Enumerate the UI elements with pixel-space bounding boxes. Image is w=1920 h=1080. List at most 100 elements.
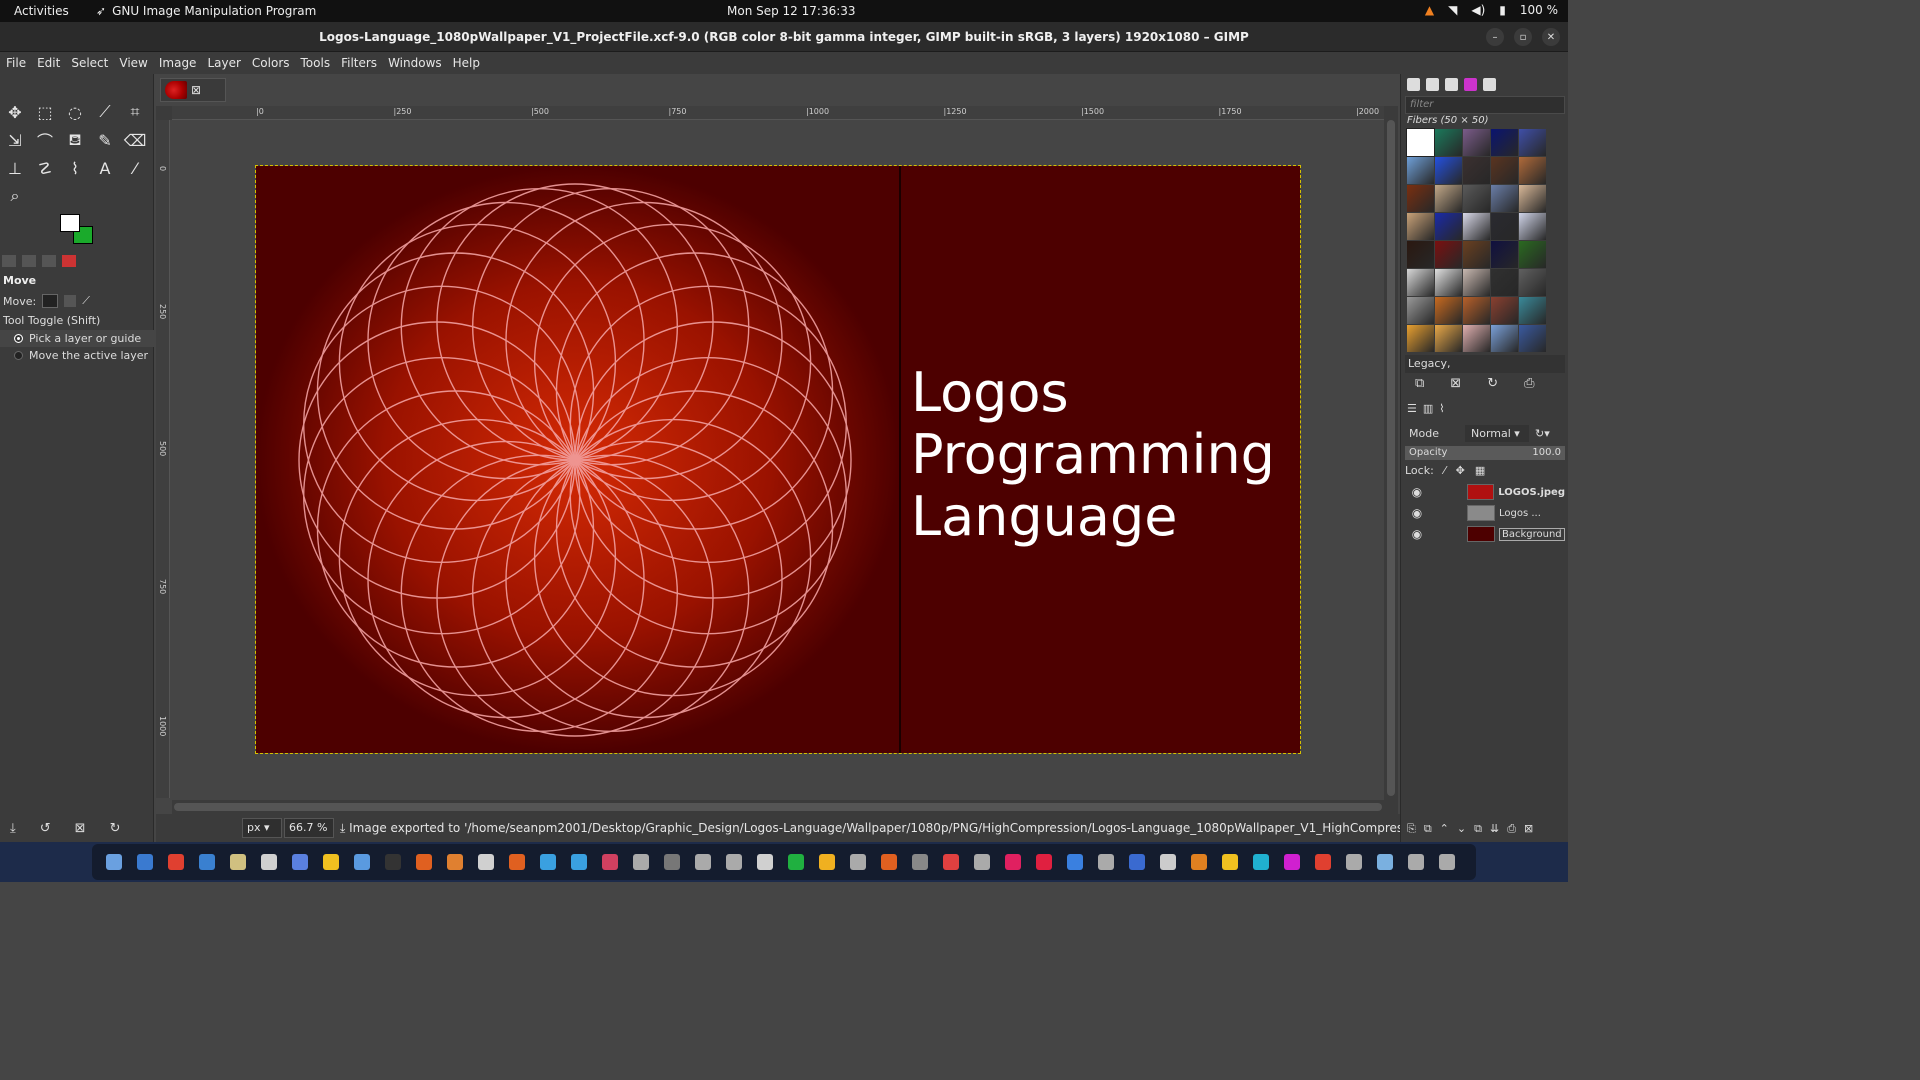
pattern-swatch[interactable] <box>1435 325 1462 352</box>
vertical-ruler[interactable]: 0 250 500 750 1000 <box>156 120 170 798</box>
scroll-thumb[interactable] <box>1387 120 1395 796</box>
gradients-tab-icon[interactable] <box>1464 78 1477 91</box>
minimize-button[interactable]: – <box>1486 28 1504 46</box>
taskbar-app-icon[interactable] <box>912 854 928 870</box>
pattern-swatch[interactable] <box>1519 157 1546 184</box>
taskbar-app-icon[interactable] <box>230 854 246 870</box>
duplicate-layer-icon[interactable]: ⧉ <box>1474 822 1482 836</box>
paintbrush-icon[interactable]: ✎ <box>92 128 118 152</box>
taskbar-app-icon[interactable] <box>1408 854 1424 870</box>
taskbar-app-icon[interactable] <box>509 854 525 870</box>
taskbar-app-icon[interactable] <box>323 854 339 870</box>
pattern-swatch[interactable] <box>1491 325 1518 352</box>
pattern-swatch[interactable] <box>1463 129 1490 156</box>
rect-select-icon[interactable]: ⬚ <box>32 100 58 124</box>
close-button[interactable]: ✕ <box>1542 28 1560 46</box>
taskbar-app-icon[interactable] <box>1222 854 1238 870</box>
new-layer-icon[interactable]: ⎘ <box>1407 822 1416 836</box>
app-menu[interactable]: ➶ GNU Image Manipulation Program <box>96 4 316 18</box>
taskbar-app-icon[interactable] <box>974 854 990 870</box>
fonts-tab-icon[interactable] <box>1445 78 1458 91</box>
pattern-swatch[interactable] <box>1519 185 1546 212</box>
layer-row[interactable]: ◉ LOGOS.jpeg <box>1405 482 1565 502</box>
pattern-swatch[interactable] <box>1463 241 1490 268</box>
menu-edit[interactable]: Edit <box>37 56 60 70</box>
zoom-select[interactable]: 66.7 % ▾ <box>284 818 334 852</box>
taskbar-app-icon[interactable] <box>664 854 680 870</box>
mode-select[interactable]: Normal ▾ <box>1465 424 1529 442</box>
lower-layer-icon[interactable]: ⌄ <box>1457 822 1466 836</box>
taskbar-app-icon[interactable] <box>447 854 463 870</box>
maximize-button[interactable]: ▫ <box>1514 28 1532 46</box>
undo-history-tab-icon[interactable] <box>42 255 56 267</box>
taskbar-app-icon[interactable] <box>602 854 618 870</box>
images-tab-icon[interactable] <box>62 255 76 267</box>
pattern-swatch[interactable] <box>1463 213 1490 240</box>
move-active-option[interactable]: Move the active layer <box>0 347 154 364</box>
mask-icon[interactable]: ⎙ <box>1507 822 1516 836</box>
taskbar-app-icon[interactable] <box>168 854 184 870</box>
raise-layer-icon[interactable]: ⌃ <box>1440 822 1449 836</box>
channels-tab-icon[interactable]: ▥ <box>1423 402 1433 415</box>
taskbar-app-icon[interactable] <box>850 854 866 870</box>
pattern-swatch[interactable] <box>1435 185 1462 212</box>
warp-icon[interactable]: ⌒ <box>32 128 58 152</box>
ruler-corner[interactable] <box>156 106 172 120</box>
taskbar-app-icon[interactable] <box>1005 854 1021 870</box>
menu-filters[interactable]: Filters <box>341 56 377 70</box>
unit-select[interactable]: px ▾ <box>242 818 282 838</box>
menu-image[interactable]: Image <box>159 56 197 70</box>
menu-colors[interactable]: Colors <box>252 56 290 70</box>
taskbar-app-icon[interactable] <box>1191 854 1207 870</box>
pattern-swatch[interactable] <box>1407 325 1434 352</box>
clone-icon[interactable]: ⊥ <box>2 156 28 180</box>
taskbar-app-icon[interactable] <box>199 854 215 870</box>
foreground-color[interactable] <box>60 214 80 232</box>
pattern-swatch[interactable] <box>1491 129 1518 156</box>
delete-pattern-icon[interactable]: ⊠ <box>1450 376 1461 391</box>
layer-row[interactable]: ◉ Logos ... <box>1405 503 1565 523</box>
taskbar-app-icon[interactable] <box>1067 854 1083 870</box>
color-swatches[interactable] <box>60 214 94 246</box>
tag-select[interactable]: Legacy, <box>1405 355 1565 373</box>
layer-name[interactable]: LOGOS.jpeg <box>1498 487 1565 498</box>
pattern-swatch[interactable] <box>1463 325 1490 352</box>
pick-layer-option[interactable]: Pick a layer or guide <box>0 330 154 347</box>
pattern-swatch[interactable] <box>1491 213 1518 240</box>
pattern-swatch[interactable] <box>1463 297 1490 324</box>
taskbar-app-icon[interactable] <box>633 854 649 870</box>
menu-layer[interactable]: Layer <box>207 56 240 70</box>
pattern-swatch[interactable] <box>1463 185 1490 212</box>
lasso-icon[interactable]: ◌ <box>62 100 88 124</box>
pattern-swatch[interactable] <box>1519 269 1546 296</box>
taskbar-app-icon[interactable] <box>881 854 897 870</box>
layers-tab-icon[interactable]: ☰ <box>1407 402 1417 415</box>
move-tool-icon[interactable]: ✥ <box>2 100 28 124</box>
fuzzy-select-icon[interactable]: ⟋ <box>92 100 118 124</box>
menu-tools[interactable]: Tools <box>301 56 331 70</box>
taskbar-app-icon[interactable] <box>943 854 959 870</box>
reset-icon[interactable]: ↻ <box>110 821 121 836</box>
refresh-icon[interactable]: ↻ <box>1487 376 1498 391</box>
taskbar-app-icon[interactable] <box>540 854 556 870</box>
pattern-filter-input[interactable]: filter <box>1405 96 1565 114</box>
move-selection-icon[interactable] <box>64 295 77 307</box>
lock-pixels-icon[interactable]: ⁄ <box>1444 464 1446 477</box>
taskbar-app-icon[interactable] <box>1377 854 1393 870</box>
taskbar-app-icon[interactable] <box>1036 854 1052 870</box>
lock-position-icon[interactable]: ✥ <box>1456 464 1465 477</box>
open-as-image-icon[interactable]: ⎙ <box>1524 376 1534 391</box>
new-group-icon[interactable]: ⧉ <box>1424 822 1432 836</box>
taskbar-app-icon[interactable] <box>478 854 494 870</box>
image-tab[interactable]: ⊠ <box>160 78 226 102</box>
pattern-swatch[interactable] <box>1407 241 1434 268</box>
pattern-swatch[interactable] <box>1491 241 1518 268</box>
image-canvas[interactable]: Logos Programming Language <box>255 165 1301 754</box>
delete-icon[interactable]: ⊠ <box>75 821 86 836</box>
vlc-tray-icon[interactable]: ▲ <box>1425 3 1434 17</box>
taskbar-app-icon[interactable] <box>1160 854 1176 870</box>
clock[interactable]: Mon Sep 12 17:36:33 <box>727 4 856 18</box>
tool-options-tab-icon[interactable] <box>2 255 16 267</box>
taskbar-app-icon[interactable] <box>354 854 370 870</box>
menu-windows[interactable]: Windows <box>388 56 442 70</box>
